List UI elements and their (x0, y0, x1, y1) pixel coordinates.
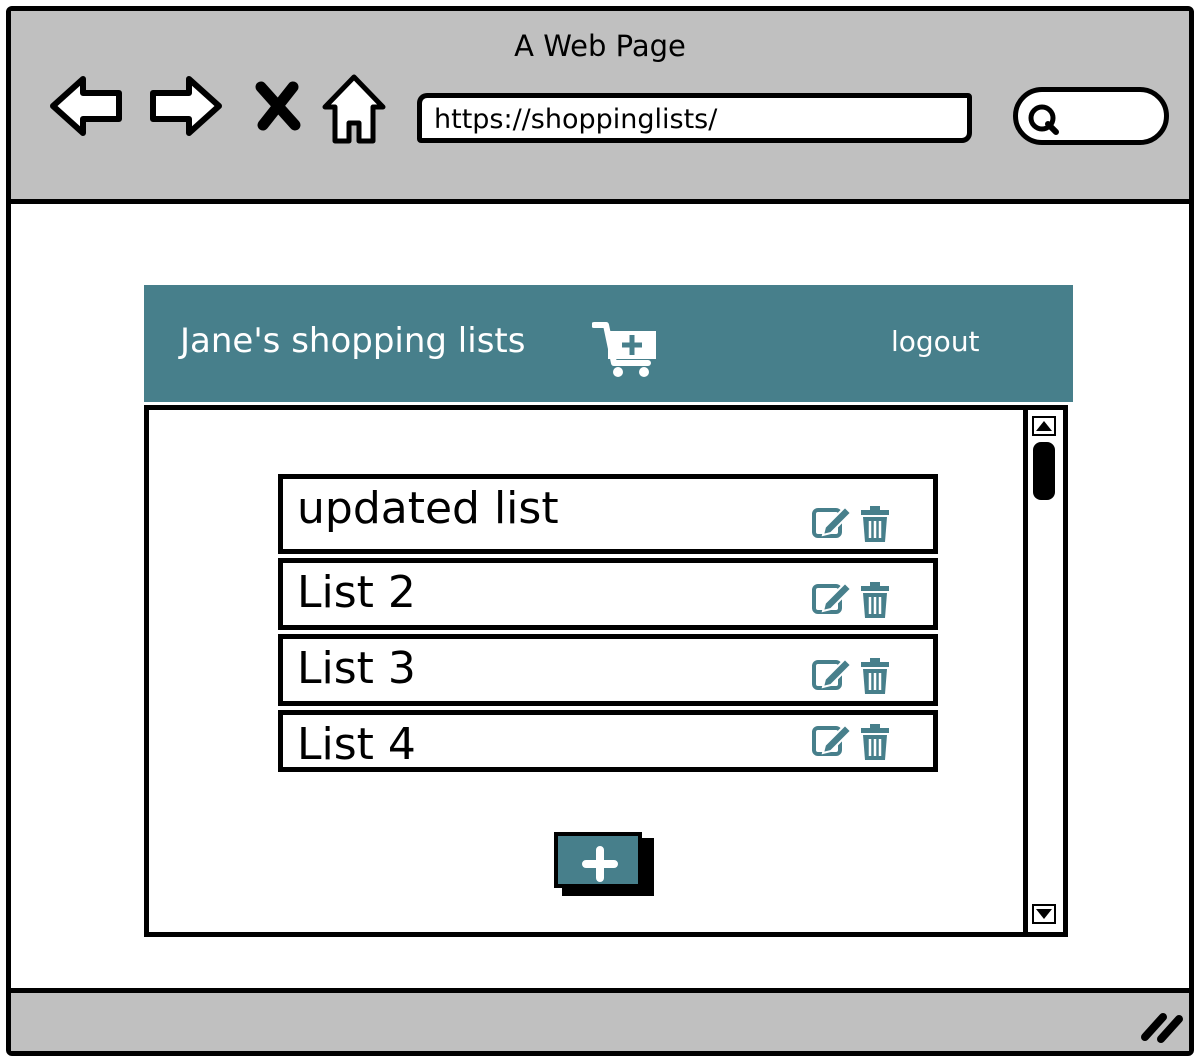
list-name: List 2 (297, 567, 416, 618)
back-arrow-icon[interactable] (47, 71, 127, 141)
browser-toolbar: A Web Page https://shoppinglists/ (11, 11, 1189, 204)
scroll-down-arrow-icon[interactable] (1032, 904, 1056, 928)
status-bar (11, 988, 1189, 1051)
list-item[interactable]: updated list (278, 474, 938, 554)
shopping-lists: updated list List 2 List 3 List 4 (278, 474, 938, 776)
browser-window: A Web Page https://shoppinglists/ Jane's… (6, 6, 1194, 1056)
app-title: Jane's shopping lists (180, 321, 526, 361)
list-item[interactable]: List 3 (278, 634, 938, 706)
list-name: updated list (297, 483, 559, 534)
resize-grip-icon[interactable] (1139, 1005, 1183, 1047)
trash-icon[interactable] (859, 723, 891, 765)
add-list-button[interactable] (554, 832, 654, 896)
forward-arrow-icon[interactable] (145, 71, 225, 141)
list-name: List 4 (297, 719, 416, 770)
lists-panel: updated list List 2 List 3 List 4 (144, 405, 1068, 937)
logout-link[interactable]: logout (891, 325, 980, 358)
trash-icon[interactable] (859, 657, 891, 699)
edit-icon[interactable] (811, 581, 855, 623)
list-item[interactable]: List 4 (278, 710, 938, 772)
scroll-up-arrow-icon[interactable] (1032, 416, 1056, 440)
search-box[interactable] (1013, 87, 1169, 145)
cart-plus-icon (591, 319, 658, 383)
edit-icon[interactable] (811, 657, 855, 699)
trash-icon[interactable] (859, 581, 891, 623)
scroll-thumb[interactable] (1033, 442, 1055, 500)
plus-icon (582, 846, 618, 882)
search-icon (1026, 102, 1062, 142)
url-bar[interactable]: https://shoppinglists/ (417, 93, 972, 143)
edit-icon[interactable] (811, 723, 855, 765)
list-name: List 3 (297, 643, 416, 694)
vertical-scrollbar[interactable] (1023, 410, 1063, 932)
trash-icon[interactable] (859, 505, 891, 547)
edit-icon[interactable] (811, 505, 855, 547)
close-x-icon[interactable] (253, 81, 303, 131)
window-title: A Web Page (514, 29, 686, 63)
list-item[interactable]: List 2 (278, 558, 938, 630)
home-icon[interactable] (321, 71, 387, 147)
app-header: Jane's shopping lists logout (144, 285, 1073, 402)
